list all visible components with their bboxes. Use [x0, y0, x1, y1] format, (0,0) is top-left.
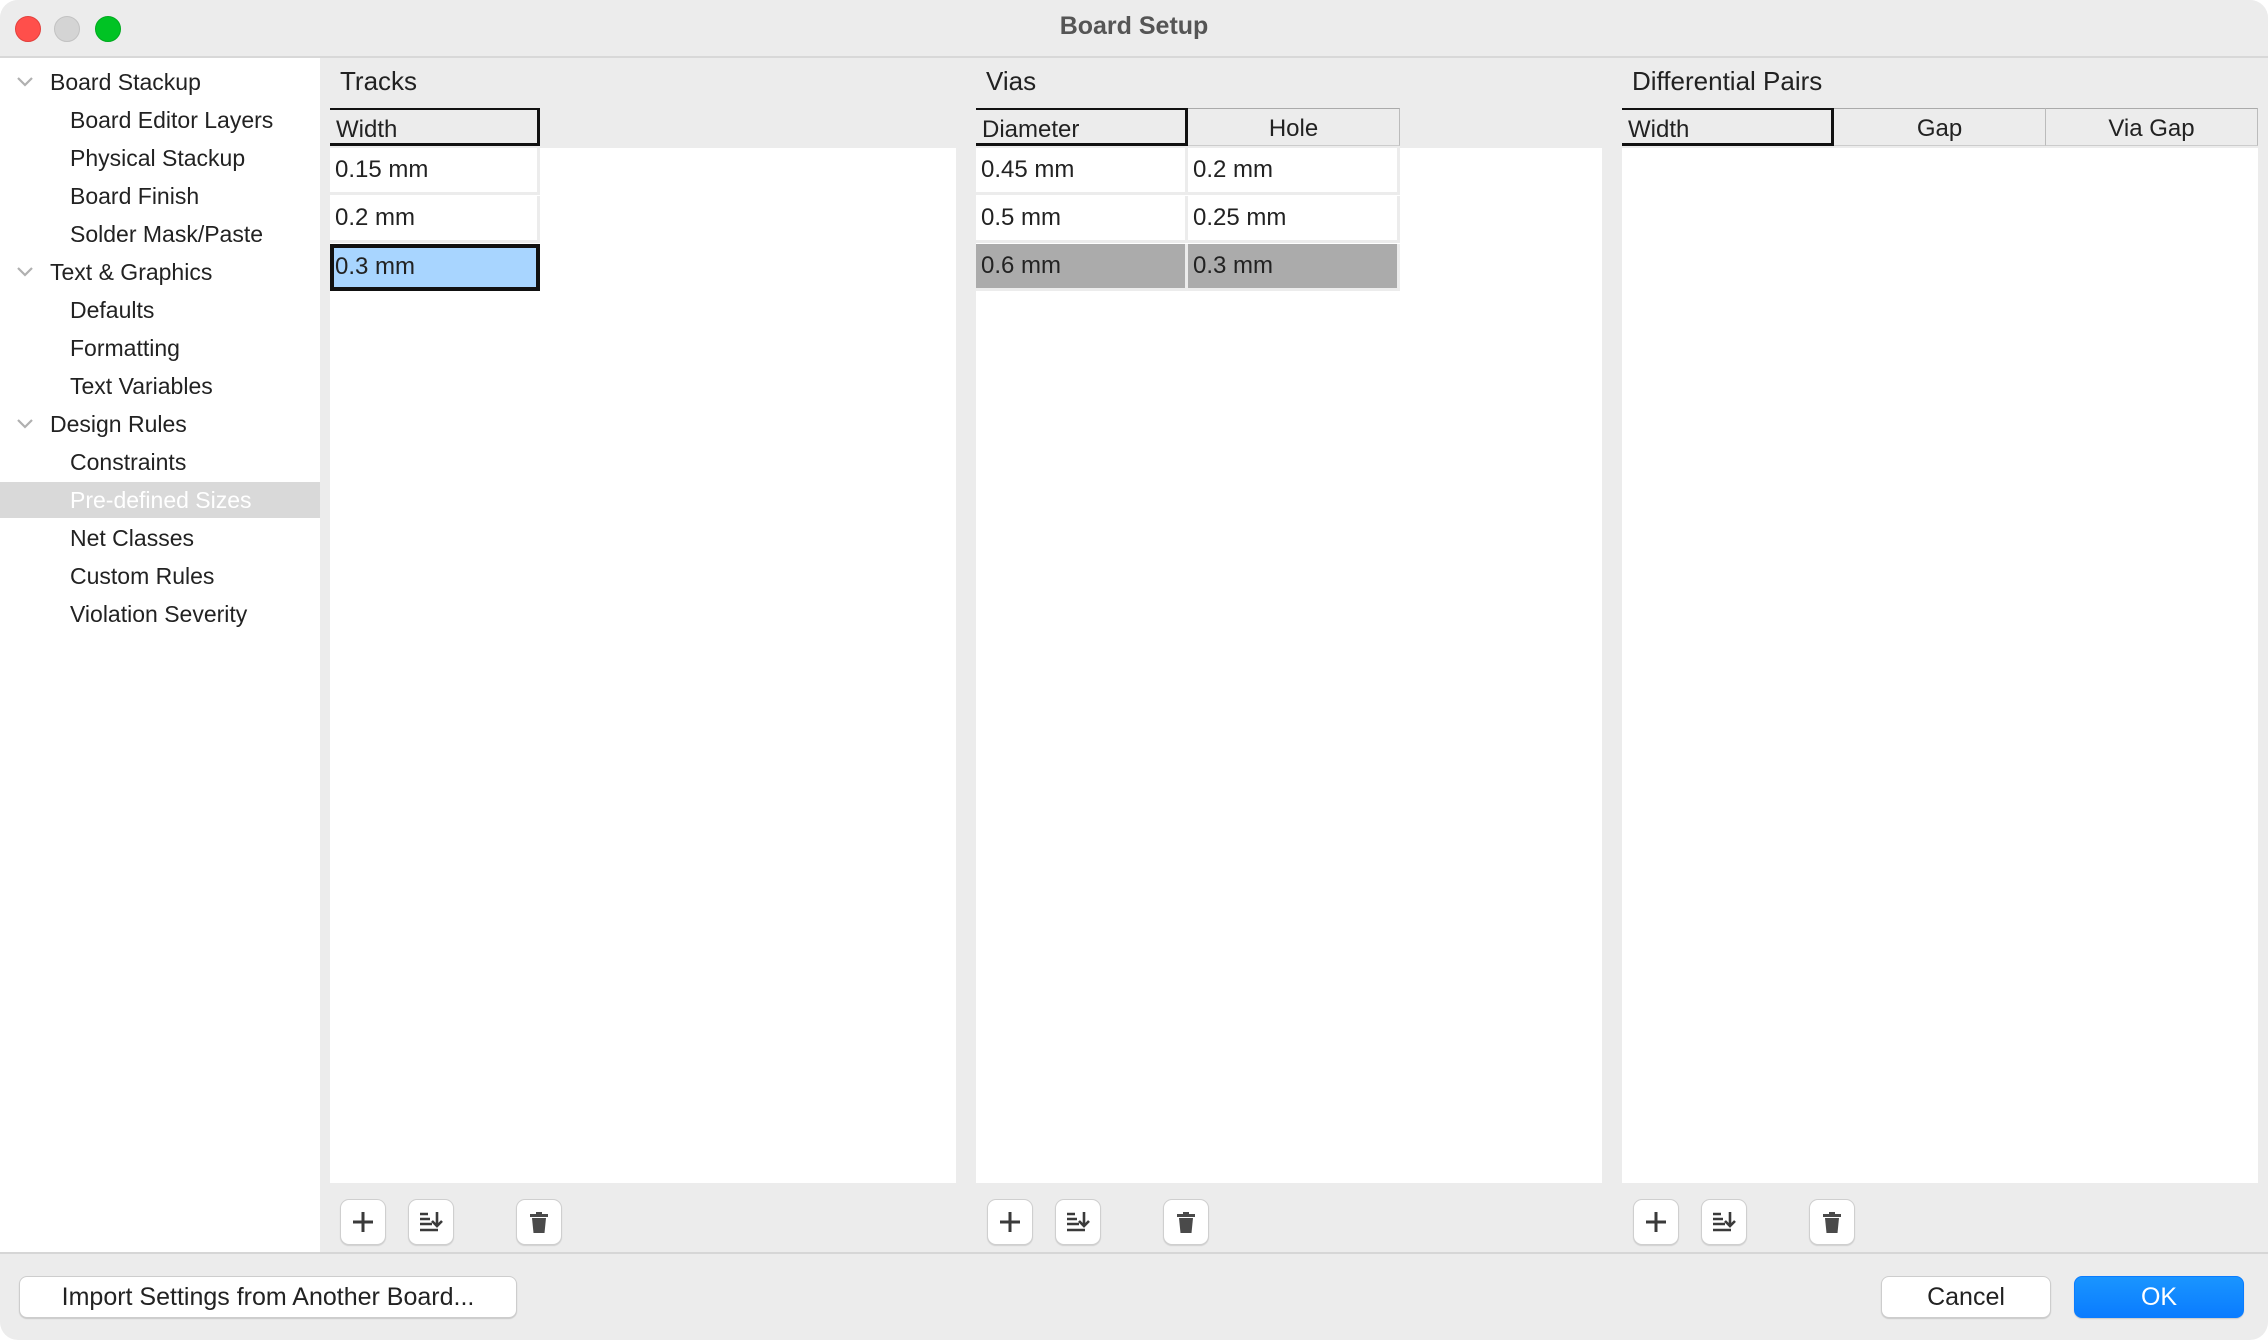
add-row-button[interactable]: [987, 1199, 1033, 1245]
sidebar-item-formatting[interactable]: Formatting: [0, 330, 320, 366]
grid-cell[interactable]: 0.3 mm: [330, 244, 540, 291]
sort-rows-button[interactable]: [408, 1199, 454, 1245]
settings-tree: Board Stackup Board Editor Layers Physical…: [0, 58, 320, 1252]
delete-row-button[interactable]: [1163, 1199, 1209, 1245]
chevron-down-icon[interactable]: [14, 254, 36, 290]
tracks-grid[interactable]: Width 0.15 mm 0.2 mm 0.3 mm: [330, 108, 956, 1183]
sidebar-item-net-classes[interactable]: Net Classes: [0, 520, 320, 556]
sidebar-item-physical-stackup[interactable]: Physical Stackup: [0, 140, 320, 176]
sidebar-item-label: Pre-defined Sizes: [70, 487, 252, 513]
sidebar-item-solder-mask-paste[interactable]: Solder Mask/Paste: [0, 216, 320, 252]
grid-cell[interactable]: 0.2 mm: [330, 196, 540, 243]
sidebar-item-label: Defaults: [70, 297, 155, 323]
vias-grid[interactable]: Diameter Hole 0.45 mm 0.2 mm 0.5 mm 0.25 mm 0.…: [976, 108, 1602, 1183]
delete-row-button[interactable]: [516, 1199, 562, 1245]
sidebar-item-board-editor-layers[interactable]: Board Editor Layers: [0, 102, 320, 138]
column-header-diameter[interactable]: Diameter: [976, 108, 1188, 146]
sidebar-item-label: Board Finish: [70, 183, 200, 209]
sidebar-item-label: Formatting: [70, 335, 180, 361]
tracks-title: Tracks: [340, 66, 418, 96]
grid-cell[interactable]: 0.3 mm: [1188, 244, 1400, 291]
cancel-button[interactable]: Cancel: [1881, 1276, 2051, 1318]
add-row-button[interactable]: [340, 1199, 386, 1245]
add-row-button[interactable]: [1633, 1199, 1679, 1245]
sidebar-item-label: Board Stackup: [50, 69, 201, 95]
sidebar-item-text-variables[interactable]: Text Variables: [0, 368, 320, 404]
sidebar-item-label: Violation Severity: [70, 601, 248, 627]
vias-title: Vias: [986, 66, 1037, 96]
chevron-down-icon[interactable]: [14, 64, 36, 100]
grid-cell[interactable]: 0.25 mm: [1188, 196, 1400, 243]
sidebar-item-text-graphics[interactable]: Text & Graphics: [0, 254, 320, 290]
sidebar-item-label: Text & Graphics: [50, 259, 213, 285]
grid-cell[interactable]: 0.45 mm: [976, 148, 1188, 195]
sidebar-item-pre-defined-sizes[interactable]: Pre-defined Sizes: [0, 482, 320, 518]
sidebar-item-label: Physical Stackup: [70, 145, 246, 171]
column-header-width[interactable]: Width: [1622, 108, 1834, 146]
sidebar-item-violation-severity[interactable]: Violation Severity: [0, 596, 320, 632]
sidebar-item-label: Net Classes: [70, 525, 194, 551]
footer-divider: [0, 1252, 2268, 1254]
sidebar-item-custom-rules[interactable]: Custom Rules: [0, 558, 320, 594]
grid-cell[interactable]: 0.2 mm: [1188, 148, 1400, 195]
window-title: Board Setup: [1059, 12, 1209, 40]
sidebar-item-label: Design Rules: [50, 411, 187, 437]
ok-button[interactable]: OK: [2074, 1276, 2244, 1318]
grid-cell[interactable]: 0.6 mm: [976, 244, 1188, 291]
title-bar: Board Setup: [0, 0, 2268, 58]
sidebar-item-constraints[interactable]: Constraints: [0, 444, 320, 480]
column-header-gap[interactable]: Gap: [1834, 108, 2046, 146]
grid-cell[interactable]: 0.15 mm: [330, 148, 540, 195]
delete-row-button[interactable]: [1809, 1199, 1855, 1245]
sidebar-item-label: Board Editor Layers: [70, 107, 274, 133]
diff-pairs-grid[interactable]: Width Gap Via Gap: [1622, 108, 2258, 1183]
sidebar-item-board-finish[interactable]: Board Finish: [0, 178, 320, 214]
chevron-down-icon[interactable]: [14, 406, 36, 442]
grid-cell[interactable]: 0.5 mm: [976, 196, 1188, 243]
sidebar-item-defaults[interactable]: Defaults: [0, 292, 320, 328]
sort-rows-button[interactable]: [1055, 1199, 1101, 1245]
diff-pairs-title: Differential Pairs: [1632, 66, 1823, 96]
sidebar-item-design-rules[interactable]: Design Rules: [0, 406, 320, 442]
column-header-width[interactable]: Width: [330, 108, 540, 146]
sidebar-item-label: Constraints: [70, 449, 187, 475]
sidebar-item-board-stackup[interactable]: Board Stackup: [0, 64, 320, 100]
sort-rows-button[interactable]: [1701, 1199, 1747, 1245]
sidebar-item-label: Text Variables: [70, 373, 213, 399]
column-header-hole[interactable]: Hole: [1188, 108, 1400, 146]
column-header-via-gap[interactable]: Via Gap: [2046, 108, 2258, 146]
board-setup-dialog: Board Setup Board Stackup Board Editor La…: [0, 0, 2268, 1340]
import-settings-button[interactable]: Import Settings from Another Board...: [19, 1276, 517, 1318]
sidebar-item-label: Custom Rules: [70, 563, 215, 589]
sidebar-item-label: Solder Mask/Paste: [70, 221, 264, 247]
